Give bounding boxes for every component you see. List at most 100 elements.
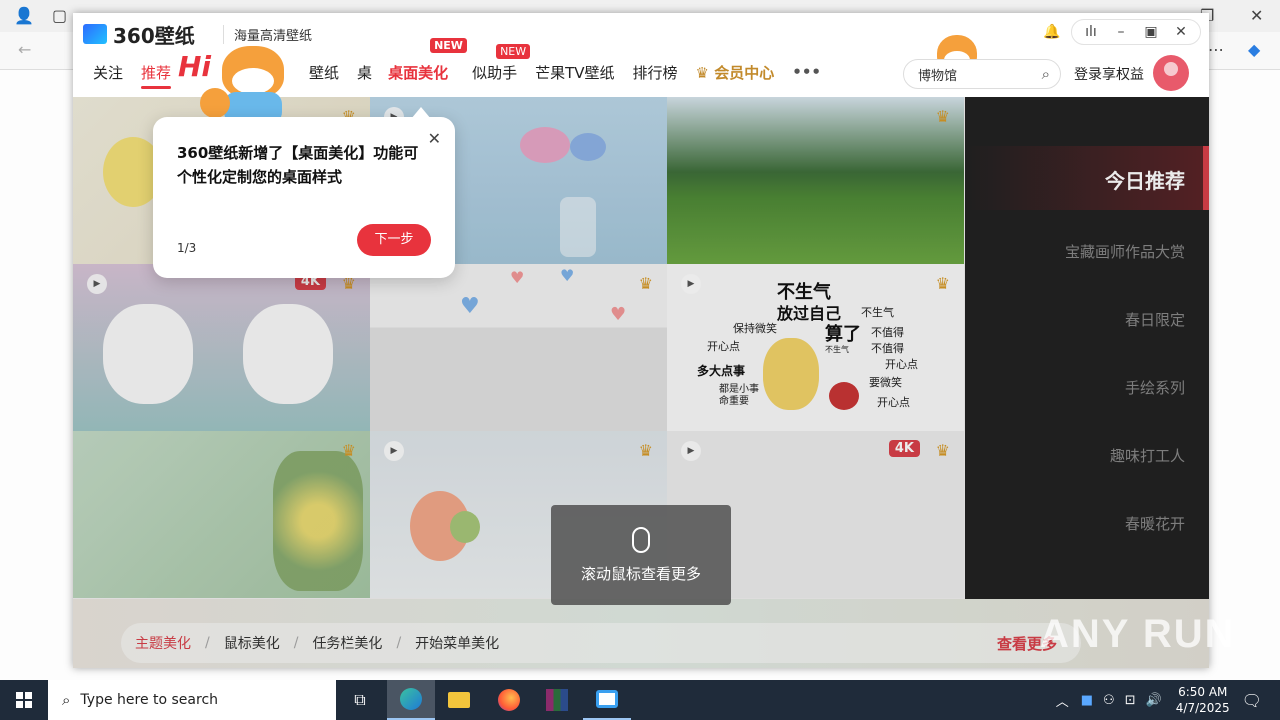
people-icon[interactable]: ⚇ [1103, 693, 1115, 708]
sticker-text: 不生气 [825, 345, 849, 354]
clock-date: 4/7/2025 [1175, 701, 1230, 715]
nav-vip-center[interactable]: ♛ 会员中心 [696, 62, 775, 83]
app-tray-icon[interactable]: ■ [1081, 693, 1093, 708]
wallpaper-app-logo [596, 690, 618, 708]
system-tray: ︿ ■ ⚇ ⊡ 🔊 6:50 AM 4/7/2025 🗨 [1056, 680, 1280, 720]
back-icon[interactable]: ← [18, 40, 31, 59]
sticker-text: 命重要 [719, 396, 749, 407]
puppy-illustration [243, 304, 333, 404]
beautify-bar: 主题美化 / 鼠标美化 / 任务栏美化 / 开始菜单美化 查看更多 [73, 599, 1209, 668]
wallpaper-tile-sticker[interactable]: ▶ ♛ 不生气 放过自己 算了 保持微笑 开心点 多大点事 都是小事 命重要 不… [667, 264, 964, 431]
copilot-icon[interactable]: ◆ [1248, 40, 1260, 59]
tab-taskbar[interactable]: 任务栏美化 [312, 633, 382, 653]
scroll-hint-text: 滚动鼠标查看更多 [580, 565, 701, 583]
nav-assistant[interactable]: 似助手 NEW [472, 43, 531, 83]
file-explorer-icon[interactable] [435, 680, 483, 720]
flower-illustration [570, 133, 606, 161]
tooltip-message: 360壁纸新增了【桌面美化】功能可个性化定制您的桌面样式 [177, 144, 419, 186]
login-link[interactable]: 登录享权益 [1074, 64, 1144, 84]
audio-icon[interactable]: ılı [1076, 19, 1106, 45]
network-icon[interactable]: ⊡ [1125, 693, 1136, 708]
heart-icon: ♥ [460, 294, 480, 319]
scroll-hint: 滚动鼠标查看更多 [551, 505, 731, 605]
separator: / [293, 635, 299, 651]
heart-icon: ♥ [510, 268, 525, 287]
wallpaper-tile-roses[interactable]: ♛ [73, 431, 370, 598]
separator: / [205, 635, 210, 651]
wallpaper-app-taskbar-icon[interactable] [583, 680, 631, 720]
wallpaper-tile-countryside[interactable]: ♛ [667, 97, 964, 264]
tab-start-menu[interactable]: 开始菜单美化 [415, 633, 499, 653]
tooltip-page-indicator: 1/3 [177, 241, 197, 255]
tab-cursor[interactable]: 鼠标美化 [224, 633, 280, 653]
watermark: ANY RUN [1040, 612, 1236, 656]
browser-close-icon[interactable]: ✕ [1250, 6, 1263, 25]
edge-taskbar-icon[interactable] [387, 680, 435, 720]
winrar-icon[interactable] [533, 680, 581, 720]
taskbar-search[interactable]: ⌕ Type here to search [48, 680, 336, 720]
crown-icon: ♛ [935, 274, 950, 293]
next-step-button[interactable]: 下一步 [357, 224, 431, 256]
mouse-icon [632, 527, 650, 553]
notification-icon[interactable]: 🔔 [1037, 19, 1067, 45]
close-icon[interactable]: ✕ [428, 129, 441, 148]
start-button[interactable] [0, 680, 48, 720]
nav-desk[interactable]: 桌 [357, 62, 372, 83]
profile-icon[interactable]: 👤 [14, 6, 34, 25]
nav-mango-tv[interactable]: 芒果TV壁纸 [535, 62, 614, 83]
chevron-up-icon[interactable]: ︿ [1056, 691, 1069, 710]
play-icon[interactable]: ▶ [681, 441, 701, 461]
sidebar-item-today[interactable]: 今日推荐 [965, 146, 1209, 210]
sidebar-item-spring-warm[interactable]: 春暖花开 [1125, 513, 1185, 534]
nav-assistant-label: 似助手 [472, 63, 518, 82]
paw-icon [200, 88, 230, 118]
close-icon[interactable]: ✕ [1166, 19, 1196, 45]
shiba-face-icon [222, 46, 284, 98]
notification-center-icon[interactable]: 🗨 [1242, 691, 1262, 710]
flower-illustration [520, 127, 570, 163]
nav-follow[interactable]: 关注 [93, 62, 123, 83]
wallpaper-tile-puppies[interactable]: ▶ 4K ♛ [73, 264, 370, 431]
more-icon[interactable]: ⋯ [1208, 40, 1224, 59]
sticker-text: 开心点 [707, 340, 740, 353]
tab-actions-icon[interactable]: ▢ [52, 6, 67, 25]
volume-icon[interactable]: 🔊 [1146, 693, 1162, 708]
category-sidebar: 今日推荐 宝藏画师作品大赏 春日限定 手绘系列 趣味打工人 春暖花开 [965, 97, 1209, 599]
maximize-icon[interactable]: ▣ [1136, 19, 1166, 45]
new-badge: NEW [430, 37, 467, 53]
firefox-logo [498, 689, 520, 711]
nav-wallpaper[interactable]: 壁纸 [309, 62, 339, 83]
sticker-text: 多大点事 [697, 364, 746, 378]
minimize-icon[interactable]: – [1106, 19, 1136, 45]
beautify-tabs: 主题美化 / 鼠标美化 / 任务栏美化 / 开始菜单美化 查看更多 [121, 623, 1081, 663]
firefox-icon[interactable] [485, 680, 533, 720]
sidebar-item-artist[interactable]: 宝藏画师作品大赏 [1065, 241, 1185, 262]
task-view-icon[interactable]: ⧉ [336, 680, 384, 720]
sticker-text: 开心点 [885, 358, 918, 371]
more-menu-icon[interactable]: ••• [792, 63, 821, 81]
nav-recommend[interactable]: 推荐 [141, 62, 172, 89]
search-icon[interactable]: ⌕ [1042, 65, 1050, 83]
sticker-text: 算了 [825, 324, 861, 345]
windows-logo-icon [16, 692, 32, 708]
clock[interactable]: 6:50 AM 4/7/2025 [1176, 684, 1230, 716]
wallpaper-tile-hearts[interactable]: ♥ ♥ ♥ ♥ ♛ [370, 264, 667, 431]
play-icon[interactable]: ▶ [681, 274, 701, 294]
play-icon[interactable]: ▶ [87, 274, 107, 294]
sticker-text: 不值得 [871, 326, 904, 339]
heart-icon: ♥ [560, 266, 575, 285]
sidebar-item-handdrawn[interactable]: 手绘系列 [1125, 377, 1185, 398]
play-icon[interactable]: ▶ [384, 441, 404, 461]
crown-icon: ♛ [935, 107, 950, 126]
tab-theme[interactable]: 主题美化 [135, 633, 191, 653]
nav-desktop-beautify[interactable]: 桌面美化 NEW [376, 37, 467, 89]
sidebar-item-spring[interactable]: 春日限定 [1125, 309, 1185, 330]
avatar[interactable] [1153, 55, 1189, 91]
nav-ranking[interactable]: 排行榜 [633, 62, 678, 83]
sidebar-item-worker[interactable]: 趣味打工人 [1110, 445, 1185, 466]
search-input[interactable] [904, 60, 1024, 88]
sticker-text: 要微笑 [869, 376, 902, 389]
search-box: ⌕ [903, 59, 1061, 89]
window-controls: 🔔 ılı – ▣ ✕ [1037, 19, 1201, 45]
nav-vip-label: 会员中心 [714, 63, 775, 82]
